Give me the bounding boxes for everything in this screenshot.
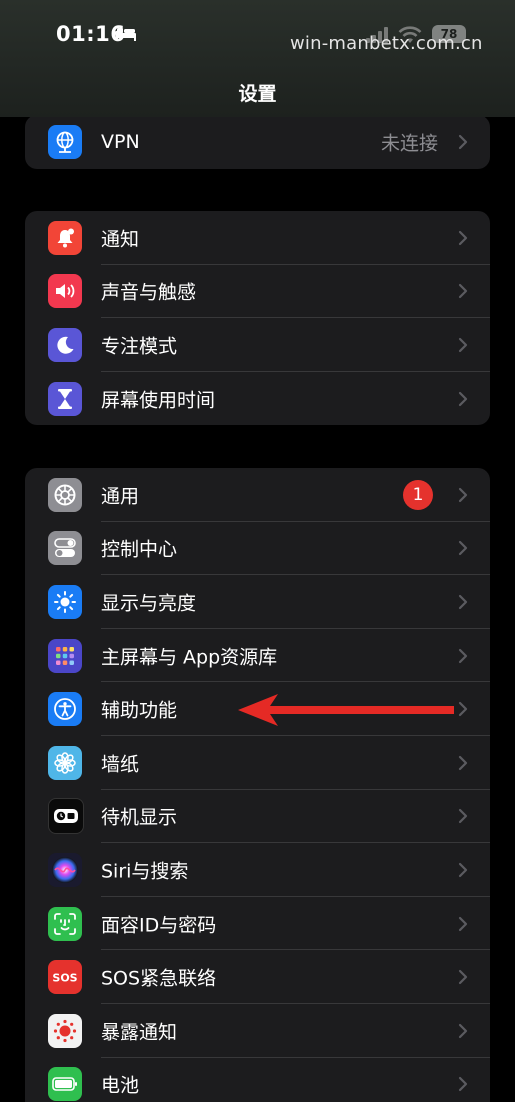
settings-row-label: 面容ID与密码 (101, 914, 217, 937)
face-id-icon (48, 906, 82, 941)
page-title: 设置 (238, 83, 277, 105)
settings-row-general[interactable]: 通用 1 (25, 468, 490, 522)
app-grid-icon (48, 638, 82, 673)
settings-row-exposure[interactable]: 暴露通知 (25, 1004, 490, 1058)
settings-row-face-id[interactable]: 面容ID与密码 (25, 897, 490, 951)
settings-row-label: 显示与亮度 (101, 592, 197, 615)
hourglass-icon (48, 381, 82, 416)
settings-row-label: Siri与搜索 (101, 860, 189, 883)
settings-row-label: 暴露通知 (101, 1021, 178, 1044)
settings-row-siri[interactable]: Siri与搜索 (25, 843, 490, 897)
accessibility-icon (48, 692, 82, 727)
settings-row-label: 通用 (101, 485, 140, 508)
chevron-right-icon (458, 230, 468, 245)
settings-row-label: 屏幕使用时间 (101, 389, 216, 412)
vpn-status-value: 未连接 (380, 132, 438, 155)
standby-icon (48, 798, 84, 835)
flower-icon (48, 745, 82, 780)
settings-row-notifications[interactable]: 通知 (25, 211, 490, 265)
chevron-right-icon (458, 1077, 468, 1092)
settings-group-notifications: 通知 声音与触感 专注模式 屏幕使用时间 (25, 211, 490, 426)
settings-row-display[interactable]: 显示与亮度 (25, 575, 490, 629)
battery-icon (48, 1067, 82, 1102)
chevron-right-icon (458, 1023, 468, 1038)
moon-icon (48, 327, 82, 362)
settings-row-control-center[interactable]: 控制中心 (25, 522, 490, 576)
chevron-right-icon (458, 284, 468, 299)
settings-group-general: 通用 1 控制中心 显示与亮度 主屏幕与 App资源库 辅助功能 墙纸 待机显示… (25, 468, 490, 1102)
gear-icon (48, 477, 82, 512)
settings-row-label: SOS紧急联络 (101, 967, 217, 990)
settings-row-label: 控制中心 (101, 538, 178, 561)
settings-row-label: 专注模式 (101, 335, 178, 358)
bell-icon (48, 220, 82, 255)
chevron-right-icon (458, 862, 468, 878)
status-time: 01:16 (56, 22, 126, 46)
chevron-right-icon (458, 970, 468, 985)
settings-row-battery[interactable]: 电池 (25, 1058, 490, 1102)
speaker-icon (48, 274, 82, 309)
sun-icon (48, 584, 82, 619)
settings-row-sos[interactable]: SOS SOS紧急联络 (25, 950, 490, 1004)
sos-icon: SOS (48, 960, 82, 995)
vpn-globe-icon (48, 124, 82, 159)
settings-row-label: 待机显示 (101, 806, 178, 829)
settings-row-label: 声音与触感 (101, 281, 197, 304)
settings-row-label: 主屏幕与 App资源库 (101, 646, 278, 669)
chevron-right-icon (458, 337, 468, 353)
chevron-right-icon (458, 134, 468, 149)
chevron-right-icon (458, 391, 468, 406)
settings-group-vpn: VPN 未连接 (25, 115, 490, 169)
settings-row-screen-time[interactable]: 屏幕使用时间 (25, 372, 490, 426)
settings-row-label: 电池 (101, 1074, 140, 1097)
status-and-nav-bar: 01:16 78 win-manbetx.com.cn 设置 (0, 0, 515, 117)
arrow-left-icon (238, 694, 454, 726)
chevron-right-icon (458, 541, 468, 556)
settings-row-label: VPN (101, 130, 140, 153)
chevron-right-icon (458, 702, 468, 717)
chevron-right-icon (458, 755, 468, 770)
settings-row-home-screen[interactable]: 主屏幕与 App资源库 (25, 629, 490, 683)
settings-row-label: 辅助功能 (101, 699, 178, 722)
chevron-right-icon (458, 594, 468, 610)
settings-row-standby[interactable]: 待机显示 (25, 790, 490, 844)
chevron-right-icon (458, 487, 468, 502)
watermark-text: win-manbetx.com.cn (290, 33, 483, 54)
settings-row-label: 墙纸 (101, 753, 140, 776)
settings-row-vpn[interactable]: VPN 未连接 (25, 115, 490, 169)
chevron-right-icon (458, 916, 468, 931)
settings-row-focus[interactable]: 专注模式 (25, 318, 490, 372)
toggles-icon (48, 531, 82, 566)
chevron-right-icon (458, 809, 468, 824)
svg-text:SOS: SOS (52, 972, 77, 985)
chevron-right-icon (458, 648, 468, 663)
settings-row-wallpaper[interactable]: 墙纸 (25, 736, 490, 790)
update-count-badge: 1 (403, 479, 433, 510)
siri-icon (48, 852, 82, 887)
settings-row-sounds[interactable]: 声音与触感 (25, 265, 490, 319)
settings-row-label: 通知 (101, 228, 140, 251)
exposure-icon (48, 1013, 82, 1048)
sleep-bed-icon (116, 28, 136, 41)
